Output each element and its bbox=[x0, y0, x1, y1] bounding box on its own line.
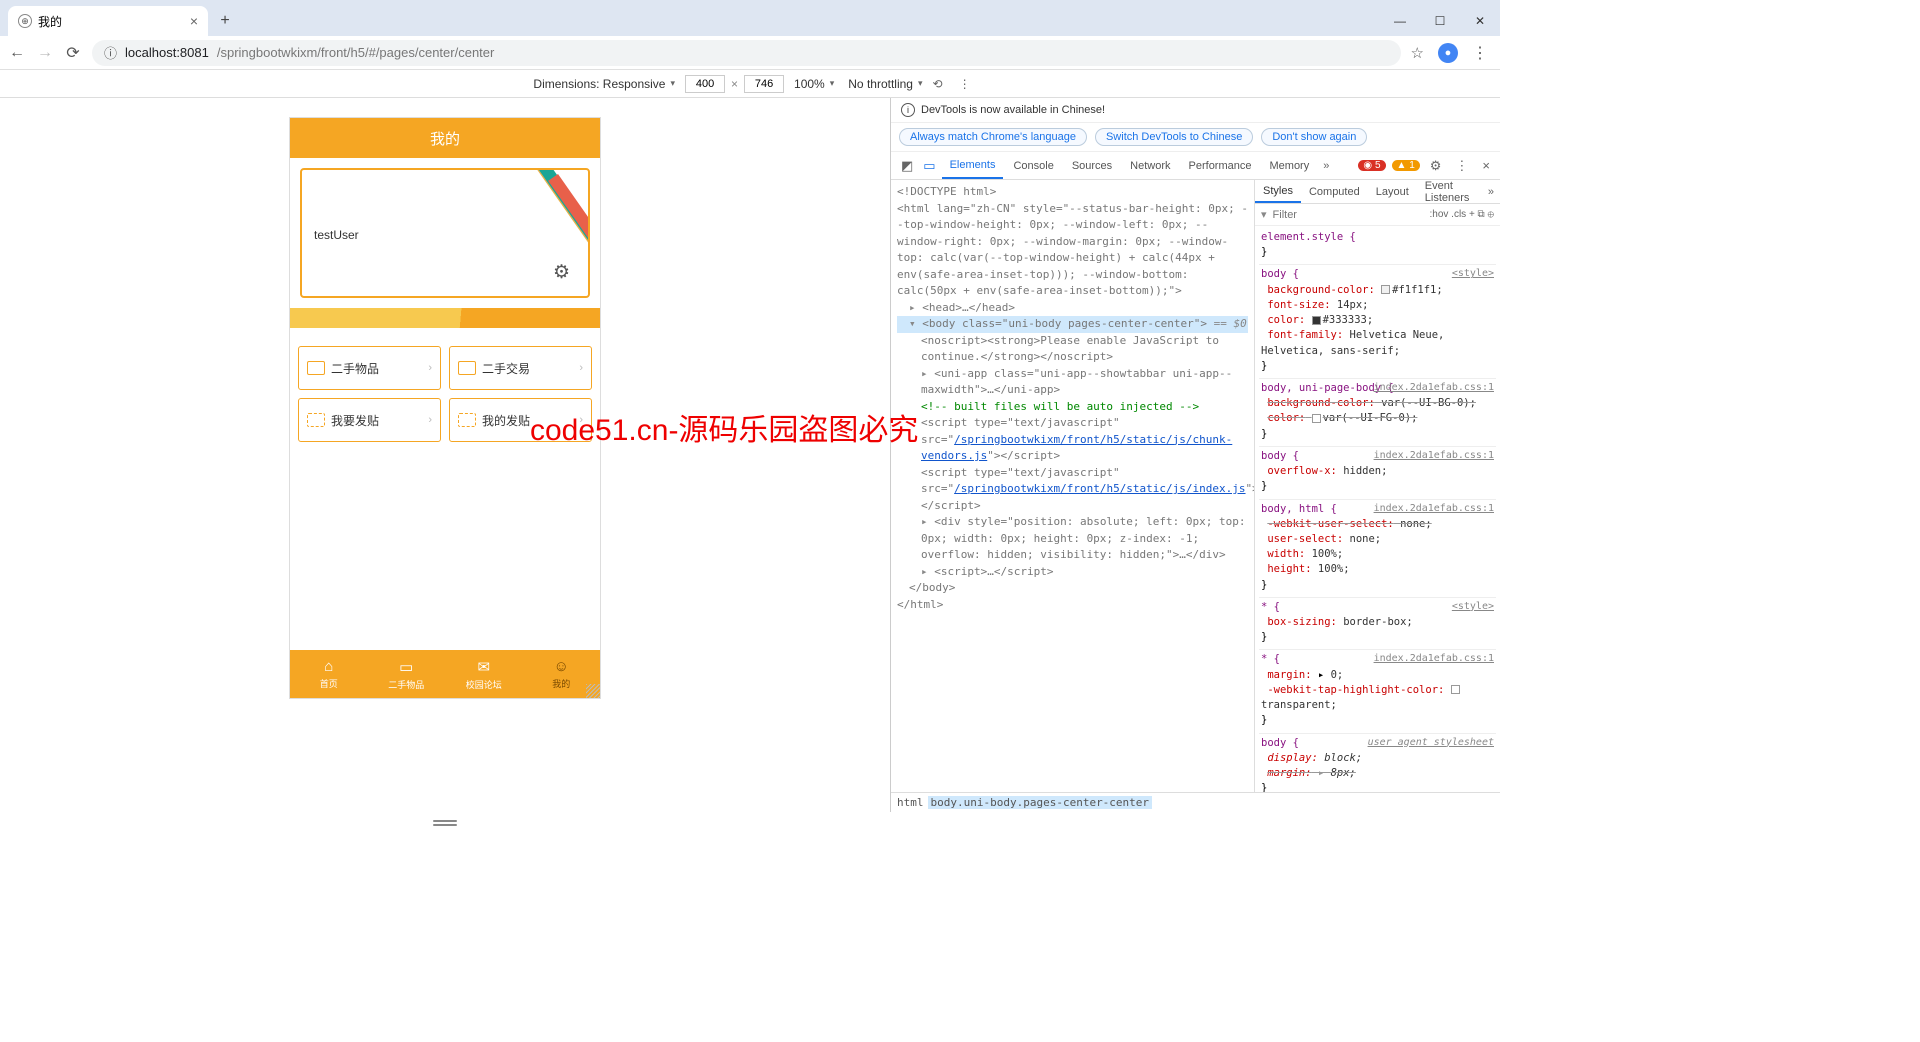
chevron-right-icon: › bbox=[579, 414, 583, 426]
mobile-header: 我的 bbox=[290, 118, 600, 158]
profile-avatar[interactable]: ● bbox=[1438, 43, 1458, 63]
menu-icon[interactable]: ⋮ bbox=[1472, 43, 1488, 63]
subtab-computed[interactable]: Computed bbox=[1301, 180, 1368, 203]
width-input[interactable] bbox=[685, 75, 725, 93]
chip-always-match[interactable]: Always match Chrome's language bbox=[899, 128, 1087, 146]
address-bar: ← → ⟳ ⓘ localhost:8081/springbootwkixm/f… bbox=[0, 36, 1500, 70]
device-drag-handle[interactable] bbox=[433, 820, 457, 830]
card-icon bbox=[307, 361, 325, 375]
more-icon[interactable]: ⋮ bbox=[1451, 158, 1472, 174]
url-path: /springbootwkixm/front/h5/#/pages/center… bbox=[217, 45, 494, 60]
devtools-notice: i DevTools is now available in Chinese! bbox=[891, 98, 1500, 123]
chevron-right-icon: › bbox=[579, 362, 583, 374]
username-label: testUser bbox=[314, 228, 359, 242]
minimize-button[interactable]: — bbox=[1380, 14, 1420, 28]
tab-performance[interactable]: Performance bbox=[1181, 152, 1260, 179]
forward-button[interactable]: → bbox=[36, 44, 54, 62]
titlebar: ⊕ 我的 × + — ☐ ✕ bbox=[0, 0, 1500, 36]
more-subtabs-icon[interactable]: » bbox=[1482, 186, 1500, 198]
tab-network[interactable]: Network bbox=[1122, 152, 1178, 179]
tab-goods[interactable]: ▭二手物品 bbox=[368, 650, 446, 698]
reload-button[interactable]: ⟳ bbox=[64, 43, 82, 63]
bookmark-icon[interactable]: ☆ bbox=[1411, 44, 1424, 62]
error-badge[interactable]: ◉ 5 bbox=[1358, 160, 1385, 171]
gear-icon[interactable]: ⚙ bbox=[553, 261, 570, 284]
card-second-hand-trade[interactable]: 二手交易› bbox=[449, 346, 592, 390]
subtab-events[interactable]: Event Listeners bbox=[1417, 180, 1482, 203]
mobile-frame: 我的 testUser ⚙ 二手物品› 二手交易› 我要发贴› 我的发贴› ⌂首… bbox=[290, 118, 600, 698]
chat-icon: ✉ bbox=[477, 658, 490, 676]
info-icon: ⓘ bbox=[104, 43, 117, 62]
card-post-new[interactable]: 我要发贴› bbox=[298, 398, 441, 442]
subtab-styles[interactable]: Styles bbox=[1255, 180, 1301, 203]
tab-elements[interactable]: Elements bbox=[942, 152, 1004, 179]
info-icon: i bbox=[901, 103, 915, 117]
gear-icon[interactable]: ⚙ bbox=[1426, 158, 1446, 174]
chip-switch-lang[interactable]: Switch DevTools to Chinese bbox=[1095, 128, 1253, 146]
maximize-button[interactable]: ☐ bbox=[1420, 14, 1460, 28]
url-host: localhost:8081 bbox=[125, 45, 209, 60]
devtools-panel: i DevTools is now available in Chinese! … bbox=[890, 98, 1500, 812]
tab-console[interactable]: Console bbox=[1005, 152, 1061, 179]
device-viewport: 我的 testUser ⚙ 二手物品› 二手交易› 我要发贴› 我的发贴› ⌂首… bbox=[0, 98, 890, 812]
close-button[interactable]: ✕ bbox=[1460, 14, 1500, 28]
close-icon[interactable]: × bbox=[190, 13, 198, 29]
tab-memory[interactable]: Memory bbox=[1262, 152, 1318, 179]
resize-handle[interactable] bbox=[586, 684, 600, 698]
css-rules[interactable]: element.style {} <style>body { backgroun… bbox=[1255, 226, 1500, 792]
card-icon bbox=[307, 413, 325, 427]
style-tools[interactable]: :hov .cls + ⧉ ⊕ bbox=[1429, 209, 1494, 220]
dimensions-select[interactable]: Dimensions: Responsive bbox=[529, 77, 679, 91]
home-icon: ⌂ bbox=[324, 658, 333, 675]
tab-title: 我的 bbox=[38, 13, 62, 30]
rotate-icon[interactable]: ⟲ bbox=[933, 77, 943, 91]
dom-tree[interactable]: <!DOCTYPE html> <html lang="zh-CN" style… bbox=[891, 180, 1255, 792]
devtools-tabs: ◩ ▭ Elements Console Sources Network Per… bbox=[891, 152, 1500, 180]
browser-window: ⊕ 我的 × + — ☐ ✕ ← → ⟳ ⓘ localhost:8081/sp… bbox=[0, 0, 1500, 812]
inspect-icon[interactable]: ◩ bbox=[897, 158, 917, 174]
card-second-hand-goods[interactable]: 二手物品› bbox=[298, 346, 441, 390]
tab-forum[interactable]: ✉校园论坛 bbox=[445, 650, 523, 698]
card-icon bbox=[458, 361, 476, 375]
tab-sources[interactable]: Sources bbox=[1064, 152, 1120, 179]
mobile-tabbar: ⌂首页 ▭二手物品 ✉校园论坛 ☺我的 bbox=[290, 650, 600, 698]
chevron-right-icon: › bbox=[428, 362, 432, 374]
new-tab-button[interactable]: + bbox=[212, 8, 238, 34]
user-banner: testUser ⚙ bbox=[300, 168, 590, 298]
filter-icon: ▾ bbox=[1261, 208, 1267, 221]
subtab-layout[interactable]: Layout bbox=[1368, 180, 1417, 203]
breadcrumb[interactable]: html body.uni-body.pages-center-center bbox=[891, 792, 1500, 812]
more-tabs-icon[interactable]: » bbox=[1319, 160, 1333, 172]
user-icon: ☺ bbox=[554, 658, 569, 675]
device-toolbar: Dimensions: Responsive × 100% No throttl… bbox=[0, 70, 1500, 98]
card-icon bbox=[458, 413, 476, 427]
chip-dont-show[interactable]: Don't show again bbox=[1261, 128, 1367, 146]
chevron-right-icon: › bbox=[428, 414, 432, 426]
filter-input[interactable] bbox=[1273, 209, 1424, 221]
box-icon: ▭ bbox=[399, 658, 413, 676]
more-icon[interactable]: ⋮ bbox=[959, 77, 971, 91]
zoom-select[interactable]: 100% bbox=[790, 77, 838, 91]
height-input[interactable] bbox=[744, 75, 784, 93]
throttle-select[interactable]: No throttling bbox=[844, 77, 926, 91]
globe-icon: ⊕ bbox=[18, 14, 32, 28]
back-button[interactable]: ← bbox=[8, 44, 26, 62]
device-toggle-icon[interactable]: ▭ bbox=[919, 158, 939, 174]
warn-badge[interactable]: ▲ 1 bbox=[1392, 160, 1420, 171]
browser-tab[interactable]: ⊕ 我的 × bbox=[8, 6, 208, 36]
styles-panel: Styles Computed Layout Event Listeners »… bbox=[1255, 180, 1500, 792]
banner-divider bbox=[290, 308, 600, 328]
card-my-posts[interactable]: 我的发贴› bbox=[449, 398, 592, 442]
close-icon[interactable]: × bbox=[1478, 158, 1494, 173]
tab-home[interactable]: ⌂首页 bbox=[290, 650, 368, 698]
selected-node[interactable]: <body class="uni-body pages-center-cente… bbox=[897, 316, 1248, 333]
window-controls: — ☐ ✕ bbox=[1380, 6, 1500, 36]
url-input[interactable]: ⓘ localhost:8081/springbootwkixm/front/h… bbox=[92, 40, 1401, 66]
